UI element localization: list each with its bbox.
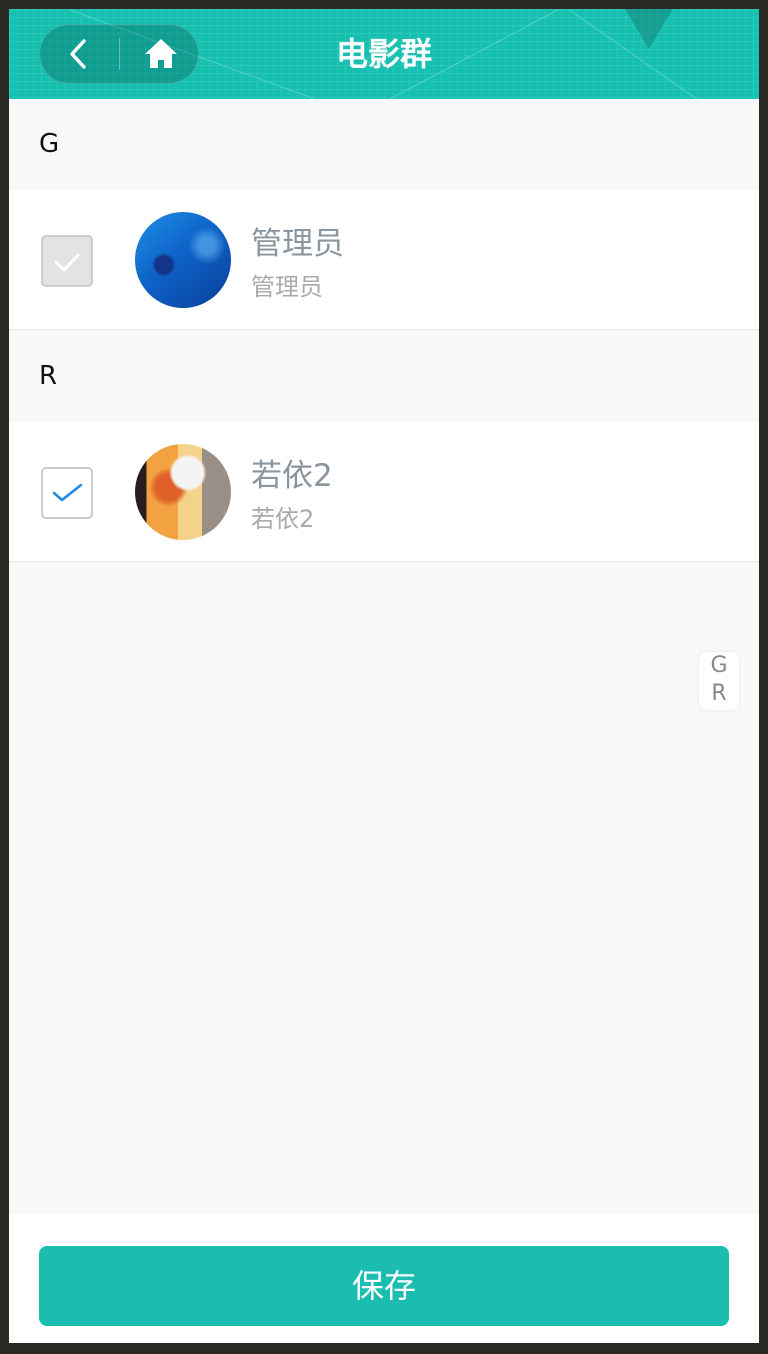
index-letter-r[interactable]: R <box>699 680 739 708</box>
member-checkbox[interactable] <box>41 235 93 287</box>
member-subtitle: 若依2 <box>251 505 315 533</box>
member-subtitle: 管理员 <box>251 273 323 301</box>
section-letter: R <box>39 361 58 391</box>
section-header-g: G <box>9 99 759 190</box>
checkmark-icon <box>52 483 83 502</box>
section-header-r: R <box>9 331 759 422</box>
section-letter: G <box>39 129 60 159</box>
member-row[interactable]: 管理员 管理员 <box>9 190 759 330</box>
header-decoration <box>389 9 620 99</box>
home-icon <box>145 39 177 68</box>
footer-bar: 保存 <box>9 1214 759 1343</box>
avatar <box>135 212 231 308</box>
back-button[interactable] <box>40 25 118 83</box>
top-bar: 电影群 <box>9 9 759 99</box>
chevron-left-icon <box>70 39 86 69</box>
member-checkbox[interactable] <box>41 467 93 519</box>
app-frame: 电影群 G 管理员 管理员 R 若依2 若依2 G R 保存 <box>9 9 759 1343</box>
member-row[interactable]: 若依2 若依2 <box>9 422 759 562</box>
save-button[interactable]: 保存 <box>39 1246 729 1326</box>
member-name: 若依2 <box>251 458 333 494</box>
checkmark-icon <box>54 253 80 272</box>
index-letter-g[interactable]: G <box>699 652 739 680</box>
home-button[interactable] <box>122 25 200 83</box>
member-name: 管理员 <box>251 226 344 262</box>
nav-divider <box>119 38 120 70</box>
avatar <box>135 444 231 540</box>
alphabet-index: G R <box>699 652 739 710</box>
header-decoration <box>624 9 674 49</box>
nav-pill <box>39 24 199 84</box>
